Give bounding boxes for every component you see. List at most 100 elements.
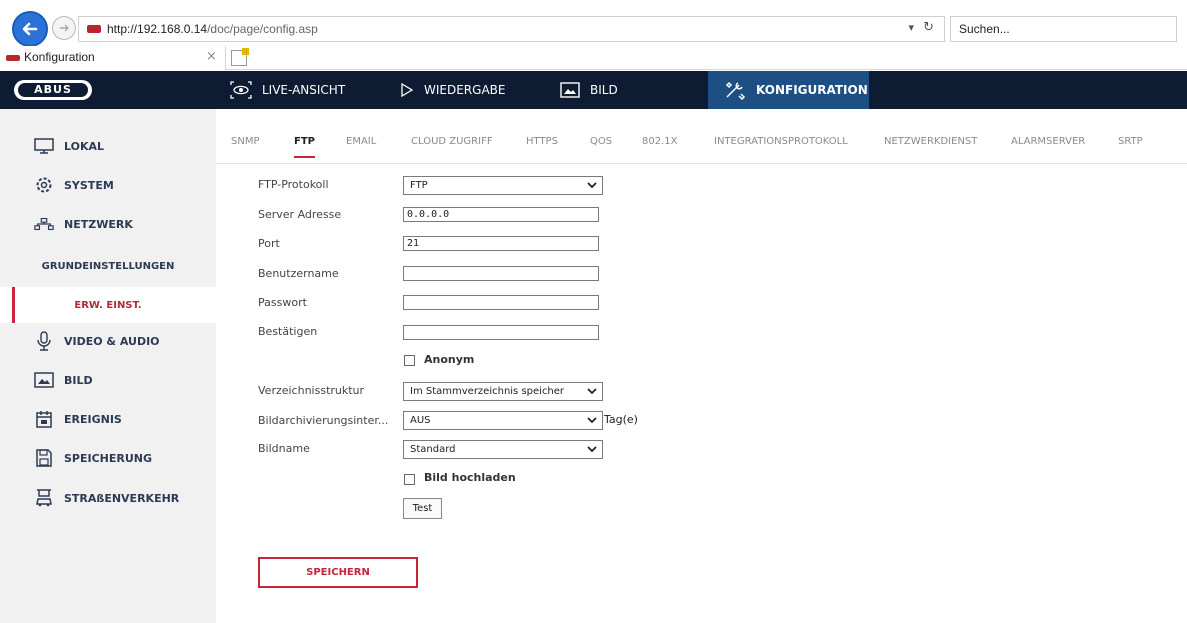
eye-icon [230, 81, 252, 99]
tab-favicon-icon [6, 55, 20, 61]
password-input[interactable] [403, 295, 599, 310]
sidebar-item-label: VIDEO & AUDIO [64, 334, 160, 348]
sidebar-item-lokal[interactable]: LOKAL [0, 128, 216, 164]
close-tab-icon[interactable]: × [206, 49, 217, 64]
tab-snmp[interactable]: SNMP [231, 136, 260, 147]
server-address-input[interactable]: 0.0.0.0 [403, 207, 599, 222]
play-icon [400, 83, 414, 97]
archive-interval-value: AUS [410, 415, 431, 426]
tab-qos[interactable]: QOS [590, 136, 612, 147]
browser-tab-bar: Konfiguration × [0, 46, 1187, 70]
sidebar-item-label: STRAßENVERKEHR [64, 491, 180, 505]
browser-toolbar: http://192.168.0.14/doc/page/config.asp … [0, 0, 1187, 47]
site-favicon-icon [87, 25, 101, 33]
tab-netzwerkdienst[interactable]: NETZWERKDIENST [884, 136, 977, 147]
browser-search-box[interactable]: Suchen... [950, 16, 1177, 42]
search-placeholder: Suchen... [959, 22, 1010, 36]
chevron-down-icon [587, 182, 597, 189]
upload-image-label: Bild hochladen [424, 471, 516, 484]
image-name-label: Bildname [258, 442, 310, 455]
sidebar-item-speicherung[interactable]: SPEICHERUNG [0, 440, 216, 476]
network-icon [34, 217, 54, 231]
archive-unit-label: Tag(e) [604, 413, 638, 426]
upload-image-checkbox[interactable] [404, 474, 415, 485]
calendar-icon [34, 410, 54, 428]
tab-title: Konfiguration [24, 50, 95, 64]
nav-live-label: LIVE-ANSICHT [262, 83, 346, 97]
address-bar[interactable]: http://192.168.0.14/doc/page/config.asp … [78, 16, 945, 42]
sidebar-subitem-grundeinstellungen[interactable]: GRUNDEINSTELLUNGEN [0, 248, 216, 284]
chevron-down-icon [587, 388, 597, 395]
traffic-icon [34, 489, 54, 507]
archive-interval-label: Bildarchivierungsinter... [258, 414, 389, 427]
directory-value: Im Stammverzeichnis speicher [410, 386, 565, 397]
url-host: http://192.168.0.14 [107, 22, 208, 36]
address-dropdown-icon[interactable]: ▾ [908, 21, 914, 34]
monitor-icon [34, 138, 54, 154]
refresh-icon[interactable]: ↻ [923, 20, 934, 35]
directory-select[interactable]: Im Stammverzeichnis speicher [403, 382, 603, 401]
browser-tab[interactable]: Konfiguration × [0, 46, 226, 70]
chevron-down-icon [587, 417, 597, 424]
sidebar-item-video-audio[interactable]: VIDEO & AUDIO [0, 323, 216, 359]
logo-text: ABUS [18, 83, 88, 97]
test-button[interactable]: Test [403, 498, 442, 519]
arrow-right-icon [60, 24, 69, 32]
anonym-checkbox[interactable] [404, 355, 415, 366]
sidebar-item-netzwerk[interactable]: NETZWERK [0, 206, 216, 242]
save-button[interactable]: SPEICHERN [258, 557, 418, 588]
tab-cloud-zugriff[interactable]: CLOUD ZUGRIFF [411, 136, 493, 147]
sidebar-item-label: SYSTEM [64, 178, 114, 192]
url-path: /doc/page/config.asp [207, 22, 318, 36]
port-label: Port [258, 237, 280, 250]
protocol-value: FTP [410, 180, 428, 191]
tab-srtp[interactable]: SRTP [1118, 136, 1143, 147]
tab-integrationsprotokoll[interactable]: INTEGRATIONSPROTOKOLL [714, 136, 848, 147]
confirm-password-input[interactable] [403, 325, 599, 340]
tab-alarmserver[interactable]: ALARMSERVER [1011, 136, 1085, 147]
new-tab-icon[interactable] [231, 48, 249, 66]
protocol-label: FTP-Protokoll [258, 178, 329, 191]
port-input[interactable]: 21 [403, 236, 599, 251]
chevron-down-icon [587, 446, 597, 453]
confirm-label: Bestätigen [258, 325, 318, 338]
tab-email[interactable]: EMAIL [346, 136, 376, 147]
url-text: http://192.168.0.14/doc/page/config.asp [107, 22, 318, 36]
image-icon [34, 372, 54, 388]
image-name-select[interactable]: Standard [403, 440, 603, 459]
sidebar-item-strassenverkehr[interactable]: STRAßENVERKEHR [0, 480, 216, 516]
nav-image[interactable]: BILD [560, 71, 700, 109]
archive-interval-select[interactable]: AUS [403, 411, 603, 430]
arrow-left-icon [22, 22, 38, 36]
password-label: Passwort [258, 296, 307, 309]
sidebar-subitem-erw-einst[interactable]: ERW. EINST. [0, 287, 216, 323]
nav-playback-label: WIEDERGABE [424, 83, 506, 97]
sidebar-item-bild[interactable]: BILD [0, 362, 216, 398]
protocol-select[interactable]: FTP [403, 176, 603, 195]
server-address-label: Server Adresse [258, 208, 342, 221]
sidebar-item-label: BILD [64, 373, 93, 387]
nav-playback[interactable]: WIEDERGABE [400, 71, 550, 109]
storage-icon [34, 449, 54, 467]
tab-8021x[interactable]: 802.1X [642, 136, 677, 147]
nav-configuration-label: KONFIGURATION [756, 83, 868, 97]
anonym-label: Anonym [424, 353, 475, 366]
tab-https[interactable]: HTTPS [526, 136, 558, 147]
back-button[interactable] [12, 11, 48, 47]
image-name-value: Standard [410, 444, 456, 455]
sidebar-subitem-label: GRUNDEINSTELLUNGEN [41, 260, 175, 272]
username-input[interactable] [403, 266, 599, 281]
sidebar-item-label: EREIGNIS [64, 412, 122, 426]
nav-image-label: BILD [590, 83, 618, 97]
microphone-icon [34, 331, 54, 351]
nav-configuration[interactable]: KONFIGURATION [708, 71, 869, 109]
sidebar-item-label: SPEICHERUNG [64, 451, 153, 465]
forward-button[interactable] [52, 16, 76, 40]
sidebar-item-ereignis[interactable]: EREIGNIS [0, 401, 216, 437]
image-icon [560, 82, 580, 98]
tools-icon [724, 80, 746, 100]
username-label: Benutzername [258, 267, 339, 280]
tab-ftp[interactable]: FTP [294, 136, 315, 158]
nav-live-view[interactable]: LIVE-ANSICHT [230, 71, 390, 109]
sidebar-item-system[interactable]: SYSTEM [0, 167, 216, 203]
